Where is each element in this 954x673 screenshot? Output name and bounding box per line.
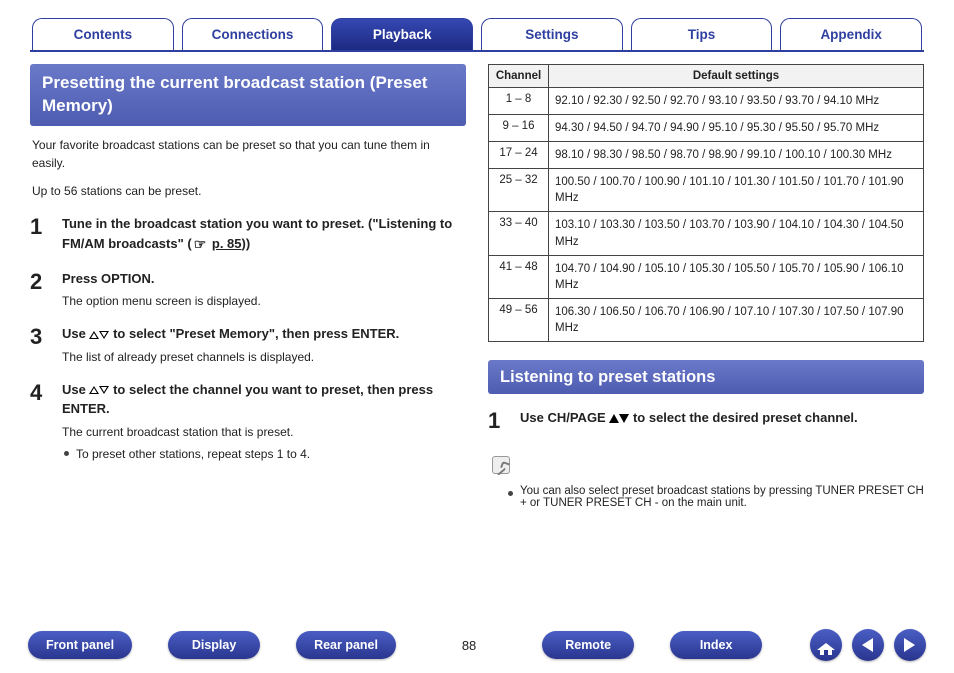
cell-channel: 41 – 48 xyxy=(489,255,549,298)
prev-page-button[interactable] xyxy=(852,629,884,661)
step-3-sub: The list of already preset channels is d… xyxy=(62,348,399,366)
th-channel: Channel xyxy=(489,65,549,88)
table-row: 9 – 1694.30 / 94.50 / 94.70 / 94.90 / 95… xyxy=(489,115,924,142)
tab-tips[interactable]: Tips xyxy=(631,18,773,50)
right-step-text-a: Use CH/PAGE xyxy=(520,410,609,425)
cell-channel: 17 – 24 xyxy=(489,142,549,169)
table-row: 17 – 2498.10 / 98.30 / 98.50 / 98.70 / 9… xyxy=(489,142,924,169)
table-row: 25 – 32100.50 / 100.70 / 100.90 / 101.10… xyxy=(489,169,924,212)
triangle-down-icon xyxy=(99,331,109,339)
step-3-text-a: Use xyxy=(62,326,89,341)
step-4-bullet: To preset other stations, repeat steps 1… xyxy=(62,445,466,463)
triangle-up-icon xyxy=(89,331,99,339)
section-heading-preset: Presetting the current broadcast station… xyxy=(30,64,466,126)
tab-appendix[interactable]: Appendix xyxy=(780,18,922,50)
step-number: 3 xyxy=(30,324,48,366)
right-step-1: 1 Use CH/PAGE to select the desired pres… xyxy=(488,408,924,434)
top-tabs: ContentsConnectionsPlaybackSettingsTipsA… xyxy=(30,18,924,52)
tab-connections[interactable]: Connections xyxy=(182,18,324,50)
cell-default: 92.10 / 92.30 / 92.50 / 92.70 / 93.10 / … xyxy=(549,88,924,115)
pill-rear-panel[interactable]: Rear panel xyxy=(296,631,396,659)
footer: Front panel Display Rear panel 88 Remote In… xyxy=(0,629,954,661)
arrow-right-icon xyxy=(904,638,915,652)
cell-default: 106.30 / 106.50 / 106.70 / 106.90 / 107.… xyxy=(549,298,924,341)
cell-default: 103.10 / 103.30 / 103.50 / 103.70 / 103.… xyxy=(549,212,924,255)
cell-channel: 1 – 8 xyxy=(489,88,549,115)
step-3-text-b: to select "Preset Memory", then press EN… xyxy=(113,326,399,341)
tab-contents[interactable]: Contents xyxy=(32,18,174,50)
step-4: 4 Use to select the channel you want to … xyxy=(30,380,466,463)
step-1-text-b: )) xyxy=(242,236,251,251)
left-column: Presetting the current broadcast station… xyxy=(30,64,466,509)
cell-default: 98.10 / 98.30 / 98.50 / 98.70 / 98.90 / … xyxy=(549,142,924,169)
tab-settings[interactable]: Settings xyxy=(481,18,623,50)
home-button[interactable] xyxy=(810,629,842,661)
th-default: Default settings xyxy=(549,65,924,88)
next-page-button[interactable] xyxy=(894,629,926,661)
cell-channel: 33 – 40 xyxy=(489,212,549,255)
steps-list: 1 Tune in the broadcast station you want… xyxy=(30,214,466,463)
arrow-left-icon xyxy=(862,638,873,652)
step-number: 4 xyxy=(30,380,48,463)
pointer-icon: ☞ xyxy=(194,234,207,255)
table-row: 41 – 48104.70 / 104.90 / 105.10 / 105.30… xyxy=(489,255,924,298)
right-column: Channel Default settings 1 – 892.10 / 92… xyxy=(488,64,924,509)
cell-default: 104.70 / 104.90 / 105.10 / 105.30 / 105.… xyxy=(549,255,924,298)
pill-index[interactable]: Index xyxy=(670,631,762,659)
tab-playback[interactable]: Playback xyxy=(331,18,473,50)
cell-channel: 9 – 16 xyxy=(489,115,549,142)
triangle-down-solid-icon xyxy=(619,414,629,423)
table-row: 49 – 56106.30 / 106.50 / 106.70 / 106.90… xyxy=(489,298,924,341)
triangle-down-icon xyxy=(99,386,109,394)
step-1-text-a: Tune in the broadcast station you want t… xyxy=(62,216,452,251)
defaults-table: Channel Default settings 1 – 892.10 / 92… xyxy=(488,64,924,342)
note-bullet: You can also select preset broadcast sta… xyxy=(506,485,924,509)
page-number: 88 xyxy=(462,638,476,653)
step-2-title: Press OPTION. xyxy=(62,269,261,289)
step-1-link[interactable]: p. 85 xyxy=(212,236,242,251)
intro-text-2: Up to 56 stations can be preset. xyxy=(32,182,464,200)
table-row: 1 – 892.10 / 92.30 / 92.50 / 92.70 / 93.… xyxy=(489,88,924,115)
step-2: 2 Press OPTION. The option menu screen i… xyxy=(30,269,466,311)
intro-text-1: Your favorite broadcast stations can be … xyxy=(32,136,464,172)
step-1: 1 Tune in the broadcast station you want… xyxy=(30,214,466,255)
triangle-up-solid-icon xyxy=(609,414,619,423)
step-number: 1 xyxy=(488,408,506,434)
step-3: 3 Use to select "Preset Memory", then pr… xyxy=(30,324,466,366)
note-icon xyxy=(492,456,510,474)
pill-remote[interactable]: Remote xyxy=(542,631,634,659)
step-number: 1 xyxy=(30,214,48,255)
cell-default: 100.50 / 100.70 / 100.90 / 101.10 / 101.… xyxy=(549,169,924,212)
pill-display[interactable]: Display xyxy=(168,631,260,659)
step-number: 2 xyxy=(30,269,48,311)
home-icon xyxy=(817,638,835,653)
cell-channel: 25 – 32 xyxy=(489,169,549,212)
triangle-up-icon xyxy=(89,386,99,394)
step-4-text-b: to select the channel you want to preset… xyxy=(62,382,433,417)
step-2-sub: The option menu screen is displayed. xyxy=(62,292,261,310)
table-row: 33 – 40103.10 / 103.30 / 103.50 / 103.70… xyxy=(489,212,924,255)
cell-default: 94.30 / 94.50 / 94.70 / 94.90 / 95.10 / … xyxy=(549,115,924,142)
step-4-sub: The current broadcast station that is pr… xyxy=(62,423,466,441)
step-4-text-a: Use xyxy=(62,382,89,397)
right-step-text-b: to select the desired preset channel. xyxy=(633,410,858,425)
pill-front-panel[interactable]: Front panel xyxy=(28,631,132,659)
cell-channel: 49 – 56 xyxy=(489,298,549,341)
section-heading-listening: Listening to preset stations xyxy=(488,360,924,394)
